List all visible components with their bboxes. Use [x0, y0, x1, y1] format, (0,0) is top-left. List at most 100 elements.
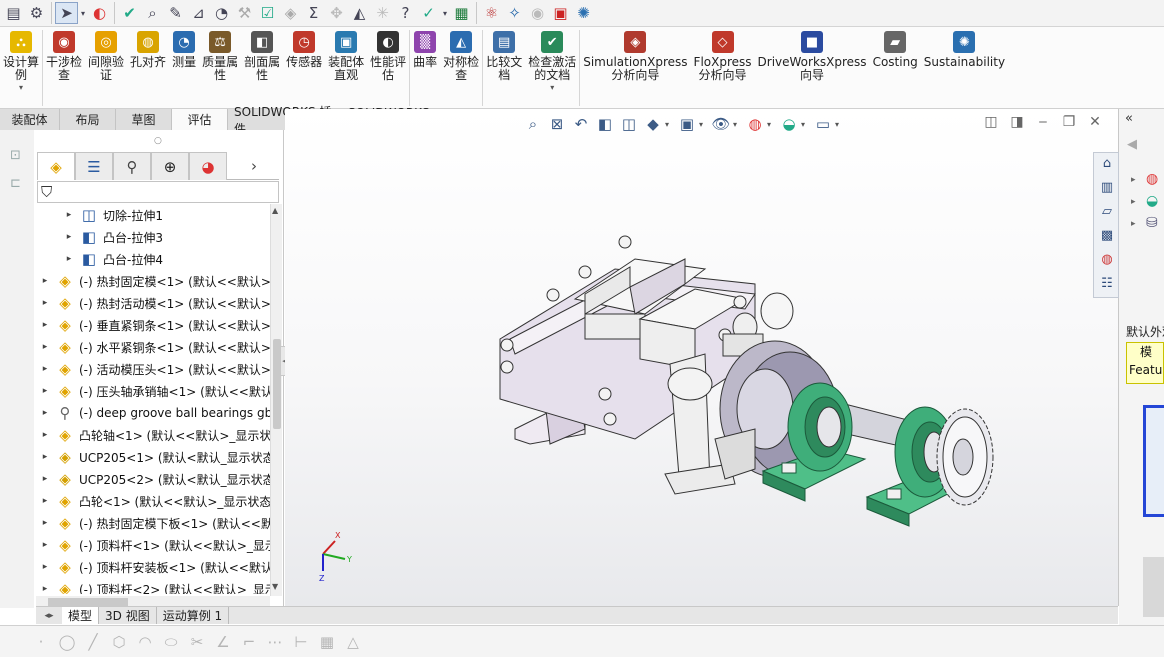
sustainability-small-icon[interactable]: ✺ — [572, 2, 595, 24]
ribbon-button-floxpress[interactable]: ◇ FloXpress 分析向导 — [691, 27, 755, 109]
arc-icon[interactable]: ◠ — [132, 633, 158, 651]
hscroll-thumb[interactable] — [48, 598, 128, 606]
offset-icon[interactable]: ⋯ — [262, 633, 288, 651]
chevron-down-icon[interactable]: ▾ — [550, 83, 554, 92]
ribbon-button-section-properties[interactable]: ◧ 剖面属 性 — [241, 27, 283, 109]
file-properties-icon[interactable]: ⚙ — [25, 2, 48, 24]
tree-row[interactable]: ▸ ◈ (-) 活动模压头<1> (默认<<默认> — [40, 358, 270, 380]
appearances-folder-icon[interactable]: ◍ — [1146, 171, 1158, 187]
tree-row[interactable]: ▸ ◈ (-) 顶料杆安装板<1> (默认<<默认 — [40, 556, 270, 578]
expand-arrow-icon[interactable]: ▸ — [40, 452, 50, 462]
featuremanager-tab-icon[interactable]: ◈ — [37, 152, 75, 180]
expand-arrow-icon[interactable]: ▸ — [40, 562, 50, 572]
document-tab[interactable]: 运动算例 1 — [157, 607, 230, 624]
edit-icon[interactable]: ✎ — [164, 2, 187, 24]
collapse-icon[interactable]: ⊏ — [10, 176, 26, 192]
scenes-folder-icon[interactable]: ◒ — [1146, 193, 1158, 209]
tree-vertical-scrollbar[interactable]: ▲ ▼ — [270, 204, 282, 596]
mirror-icon[interactable]: ◭ — [348, 2, 371, 24]
expand-arrow-icon[interactable]: ▸ — [40, 408, 50, 418]
driveworks-icon[interactable]: ▣ — [549, 2, 572, 24]
tree-row[interactable]: ▸ ◫ 切除-拉伸1 — [64, 204, 163, 226]
document-tab[interactable]: 模型 — [62, 607, 100, 624]
excel-icon[interactable]: ▦ — [450, 2, 473, 24]
ribbon-button-mass-properties[interactable]: ⚖ 质量属 性 — [199, 27, 241, 109]
expand-arrow-icon[interactable]: ▸ — [40, 540, 50, 550]
tree-row[interactable]: ▸ ◈ 凸轮<1> (默认<<默认>_显示状态 — [40, 490, 270, 512]
tree-row[interactable]: ▸ ◈ UCP205<2> (默认<默认_显示状态 — [40, 468, 270, 490]
ribbon-button-curvature[interactable]: ▒ 曲率 — [410, 27, 440, 109]
tree-row[interactable]: ▸ ◈ (-) 垂直紧铜条<1> (默认<<默认> — [40, 314, 270, 336]
corner-icon[interactable]: ⌐ — [236, 633, 262, 651]
scroll-up-icon[interactable]: ▲ — [272, 206, 278, 215]
dropdown-icon[interactable]: ▾ — [440, 2, 450, 24]
chevron-down-icon[interactable]: ▾ — [19, 83, 23, 92]
line-icon[interactable]: ╱ — [80, 633, 106, 651]
custom-properties-icon[interactable]: ☷ — [1098, 276, 1116, 294]
expand-arrow-icon[interactable]: ▸ — [40, 276, 50, 286]
tools-icon[interactable]: ⚒ — [233, 2, 256, 24]
decals-folder-icon[interactable]: ⛁ — [1146, 215, 1158, 231]
gauge-icon[interactable]: ◔ — [210, 2, 233, 24]
sketch-icon[interactable]: ⊿ — [187, 2, 210, 24]
tree-row[interactable]: ▸ ◧ 凸台-拉伸3 — [64, 226, 163, 248]
expand-arrow-icon[interactable]: ▸ — [40, 584, 50, 594]
tab-scroll-icon[interactable]: ◂▸ — [36, 611, 62, 621]
expand-arrow-icon[interactable]: ▸ — [40, 496, 50, 506]
tree-row[interactable]: ▸ ⚲ (-) deep groove ball bearings gb — [40, 402, 270, 424]
tree-row[interactable]: ▸ ◈ (-) 热封固定模<1> (默认<<默认> — [40, 270, 270, 292]
design-library-icon[interactable]: ▥ — [1098, 180, 1116, 198]
ribbon-button-driveworksxpress[interactable]: ■ DriveWorksXpress 向导 — [755, 27, 870, 109]
solidworks-resources-icon[interactable]: ⌂ — [1098, 156, 1116, 174]
tree-row[interactable]: ▸ ◈ UCP205<1> (默认<默认_显示状态 — [40, 446, 270, 468]
tree-row[interactable]: ▸ ◈ (-) 热封活动模<1> (默认<<默认> — [40, 292, 270, 314]
graphics-viewport[interactable]: ⌕ ⊠ ↶ ◧ ◫ ◆ ▾ ▣ ▾ 👁 ▾ ◍ ▾ ◒ ▾ ▭ ▾ ◫ ◨ ‒ ❐ ✕ — [285, 109, 1119, 606]
sum-icon[interactable]: Σ — [302, 2, 325, 24]
expand-arrow-icon[interactable]: ▸ — [40, 364, 50, 374]
command-tab[interactable]: 草图 — [116, 109, 172, 130]
expand-icon[interactable]: ▸ — [1131, 197, 1136, 207]
dimxpert-tab-icon[interactable]: ⊕ — [151, 152, 189, 180]
cube-icon[interactable]: ◈ — [279, 2, 302, 24]
explode-icon[interactable]: ✳ — [371, 2, 394, 24]
find-icon[interactable]: ⌕ — [141, 2, 164, 24]
appearance-swatch-selected[interactable] — [1143, 405, 1164, 517]
circle-icon[interactable]: ◯ — [54, 633, 80, 651]
spell-check-icon[interactable]: ✔ — [118, 2, 141, 24]
ellipse-icon[interactable]: ⬭ — [158, 633, 184, 651]
angle-icon[interactable]: ∠ — [210, 633, 236, 651]
expand-arrow-icon[interactable]: ▸ — [64, 254, 74, 264]
toolbox-icon[interactable]: ⚛ — [480, 2, 503, 24]
pin-icon[interactable]: ⊡ — [10, 148, 26, 164]
displaymanager-tab-icon[interactable]: ◕ — [189, 152, 227, 180]
command-tab[interactable]: 评估 — [172, 109, 228, 130]
chevron-right-icon[interactable]: › — [227, 152, 257, 180]
propertymanager-tab-icon[interactable]: ☰ — [75, 152, 113, 180]
assembly-model-render[interactable]: X Y Z — [285, 109, 1119, 606]
view-palette-icon[interactable]: ▩ — [1098, 228, 1116, 246]
dimension-icon[interactable]: ⊢ — [288, 633, 314, 651]
tree-filter[interactable]: ⛉ — [37, 181, 279, 203]
expand-arrow-icon[interactable]: ▸ — [64, 232, 74, 242]
relation-icon[interactable]: △ — [340, 633, 366, 651]
appearances-icon[interactable]: ◍ — [1098, 252, 1116, 270]
ribbon-button-sustainability[interactable]: ✺ Sustainability — [921, 27, 1008, 109]
move-icon[interactable]: ✥ — [325, 2, 348, 24]
help-icon[interactable]: ? — [394, 2, 417, 24]
trim-icon[interactable]: ✂ — [184, 633, 210, 651]
ribbon-button-performance-evaluation[interactable]: ◐ 性能评 估 — [367, 27, 409, 109]
collapse-pane-icon[interactable]: « — [1125, 111, 1133, 126]
splitter-handle[interactable]: ○ — [154, 136, 162, 146]
select-arrow-icon[interactable]: ➤ — [55, 2, 78, 24]
tree-row[interactable]: ▸ ◈ (-) 压头轴承销轴<1> (默认<<默认 — [40, 380, 270, 402]
tree-row[interactable]: ▸ ◈ (-) 水平紧铜条<1> (默认<<默认> — [40, 336, 270, 358]
rebuild-icon[interactable]: ▤ — [2, 2, 25, 24]
ribbon-button-simulationxpress[interactable]: ◈ SimulationXpress 分析向导 — [580, 27, 690, 109]
expand-arrow-icon[interactable]: ▸ — [40, 430, 50, 440]
verify-icon[interactable]: ◉ — [526, 2, 549, 24]
tree-row[interactable]: ▸ ◈ (-) 热封固定模下板<1> (默认<<默 — [40, 512, 270, 534]
tree-row[interactable]: ▸ ◧ 凸台-拉伸4 — [64, 248, 163, 270]
ribbon-button-interference-check[interactable]: ◉ 干涉检 查 — [43, 27, 85, 109]
select-dropdown-icon[interactable]: ▾ — [78, 2, 88, 24]
addin-icon[interactable]: ✧ — [503, 2, 526, 24]
